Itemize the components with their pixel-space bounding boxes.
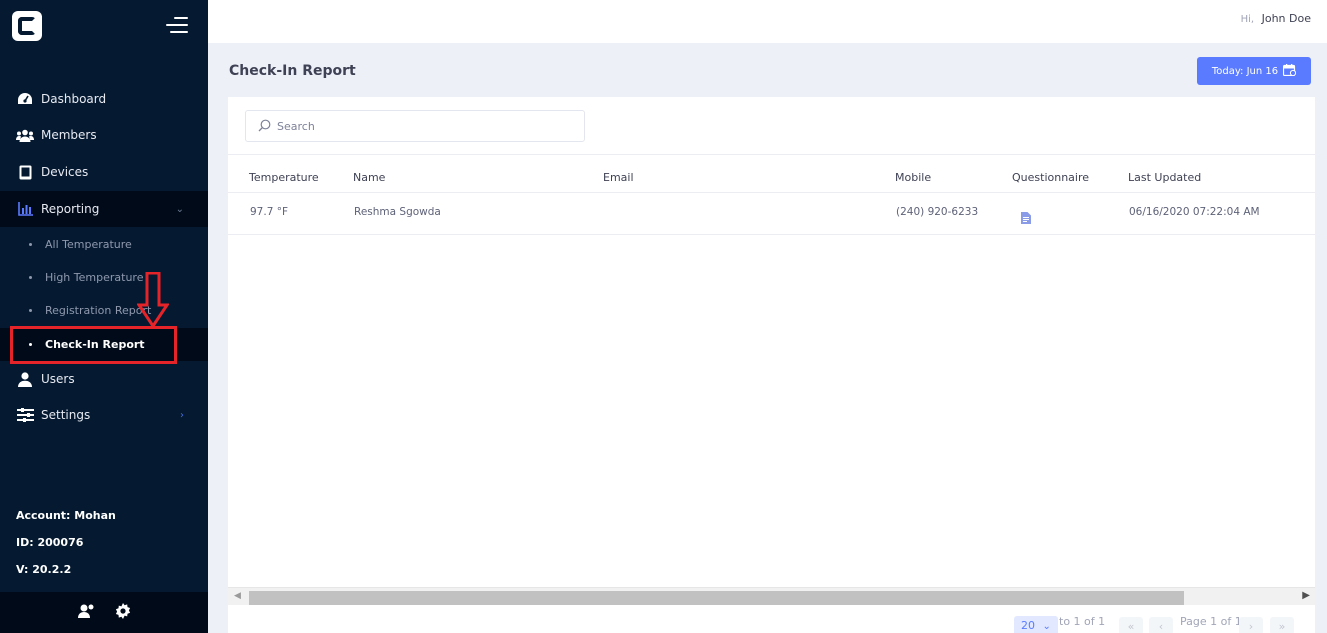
chevron-down-icon: ⌄ [175, 203, 184, 215]
search-box[interactable] [245, 110, 585, 142]
column-header-last-updated[interactable]: Last Updated [1128, 171, 1201, 184]
page-size-select[interactable]: 20 ⌄ [1014, 616, 1058, 633]
nav-devices[interactable]: Devices [0, 154, 208, 190]
sliders-icon [16, 406, 34, 424]
search-input[interactable] [277, 119, 577, 133]
column-header-name[interactable]: Name [353, 171, 385, 184]
nav-members[interactable]: Members [0, 117, 208, 153]
subnav-label: High Temperature [45, 271, 144, 284]
user-settings-icon[interactable] [77, 603, 95, 622]
nav-label: Devices [41, 165, 89, 179]
column-header-mobile[interactable]: Mobile [895, 171, 931, 184]
greeting-hi: Hi, [1240, 14, 1255, 25]
nav-label: Members [41, 128, 97, 142]
cell-temperature: 97.7 °F [250, 206, 289, 218]
column-header-temperature[interactable]: Temperature [249, 171, 319, 184]
date-filter-button[interactable]: Today: Jun 16 [1197, 57, 1311, 85]
first-page-button[interactable]: « [1119, 617, 1143, 633]
account-id: ID: 200076 [16, 536, 84, 549]
date-filter-label: Today: Jun 16 [1211, 65, 1279, 77]
bullet-dot [29, 243, 32, 246]
scrollbar-thumb[interactable] [249, 591, 1184, 605]
cell-name: Reshma Sgowda [354, 206, 441, 218]
sidebar-footer [0, 592, 208, 633]
page-indicator: Page 1 of 1 [1180, 615, 1242, 628]
scroll-right-icon[interactable]: ▶ [1302, 590, 1310, 601]
prev-page-button[interactable]: ‹ [1149, 617, 1173, 633]
user-greeting[interactable]: Hi, John Doe [1241, 12, 1311, 25]
brand-logo[interactable] [12, 11, 42, 41]
subnav-label: Registration Report [45, 304, 152, 317]
document-icon[interactable] [1021, 209, 1031, 228]
result-range: to 1 of 1 [1059, 615, 1106, 628]
bullet-dot [29, 309, 32, 312]
report-card: Temperature Name Email Mobile Questionna… [228, 97, 1315, 633]
horizontal-scrollbar[interactable]: ◀ ▶ [228, 587, 1315, 605]
last-page-button[interactable]: » [1270, 617, 1294, 633]
sidebar: Dashboard Members Devices Reporting ⌄ Al… [0, 0, 208, 633]
cell-mobile: (240) 920-6233 [896, 206, 979, 218]
username: John Doe [1261, 12, 1311, 25]
nav-dashboard[interactable]: Dashboard [0, 81, 208, 117]
members-icon [16, 126, 34, 144]
chevron-right-icon: › [180, 409, 184, 421]
nav-label: Dashboard [41, 92, 107, 106]
divider [228, 234, 1315, 235]
topbar: Hi, John Doe [208, 0, 1327, 43]
nav-label: Settings [41, 408, 91, 422]
subnav-label: All Temperature [45, 238, 132, 251]
divider [228, 192, 1315, 193]
logo-c-mark [18, 17, 36, 35]
tablet-icon [16, 163, 34, 181]
column-header-email[interactable]: Email [603, 171, 634, 184]
nav-settings[interactable]: Settings › [0, 397, 208, 433]
nav-reporting[interactable]: Reporting ⌄ [0, 191, 208, 227]
annotation-arrow-icon [136, 271, 170, 332]
account-name: Account: Mohan [16, 509, 116, 522]
calendar-icon [1283, 63, 1297, 79]
menu-toggle-icon[interactable] [164, 16, 188, 34]
nav-label: Users [41, 372, 75, 386]
dashboard-icon [16, 90, 34, 108]
nav-label: Reporting [41, 202, 100, 216]
divider [228, 154, 1315, 155]
next-page-button[interactable]: › [1239, 617, 1263, 633]
app-version: V: 20.2.2 [16, 563, 72, 576]
page-size-value: 20 [1021, 619, 1035, 632]
subnav-high-temperature[interactable]: High Temperature [0, 261, 208, 294]
user-icon [16, 370, 34, 388]
nav-users[interactable]: Users [0, 361, 208, 397]
gear-icon[interactable] [115, 602, 131, 623]
subnav-all-temperature[interactable]: All Temperature [0, 228, 208, 261]
scroll-left-icon[interactable]: ◀ [234, 591, 241, 601]
column-header-questionnaire[interactable]: Questionnaire [1012, 171, 1089, 184]
chart-icon [16, 200, 34, 218]
chevron-down-icon: ⌄ [1042, 621, 1051, 632]
page-title: Check-In Report [229, 63, 356, 79]
bullet-dot [29, 276, 32, 279]
search-icon [258, 117, 271, 136]
cell-last-updated: 06/16/2020 07:22:04 AM [1129, 206, 1260, 218]
subnav-registration-report[interactable]: Registration Report [0, 294, 208, 327]
